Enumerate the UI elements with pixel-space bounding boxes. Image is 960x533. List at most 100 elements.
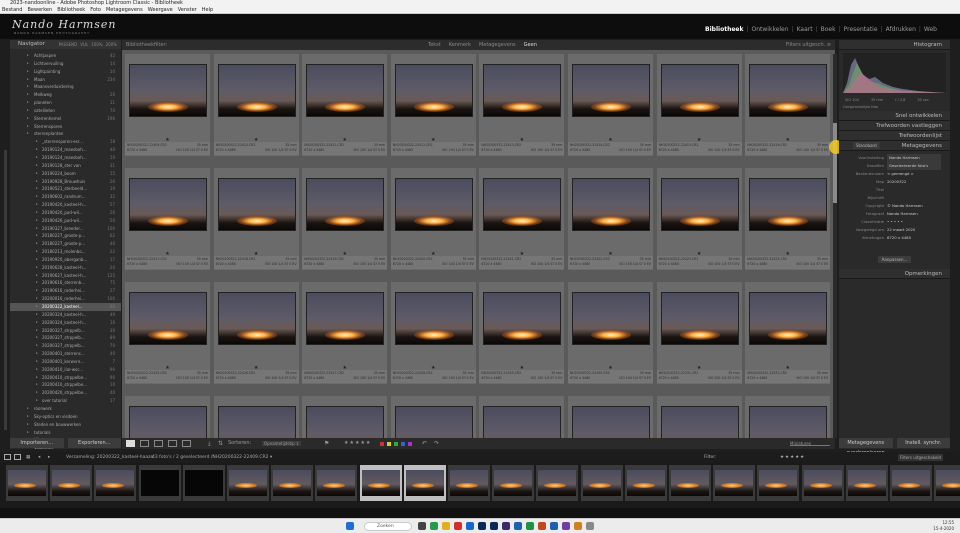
folder-item[interactable]: ▸ 20190128_ster van 31 [10, 162, 121, 170]
folder-item[interactable]: ▸ 20190420_pad-wil... 26 [10, 209, 121, 217]
disclosure-triangle-icon[interactable]: ▸ [36, 162, 38, 170]
thumbnail-cell[interactable]: ★ NH20200322-22418.CR2 35 mm 6720 x 4480 ISO… [213, 168, 299, 270]
app-icon[interactable] [574, 522, 582, 530]
thumbnail-cell[interactable]: ★ NH20200322-22410.CR2 35 mm 6720 x 4480 ISO… [213, 54, 299, 156]
forward-arrow-icon[interactable]: ▸ [48, 452, 50, 463]
thumbnail-size-slider[interactable] [790, 445, 830, 446]
disclosure-triangle-icon[interactable]: ▸ [36, 319, 38, 327]
thumbnail-image[interactable] [129, 64, 207, 117]
label-blue[interactable] [401, 442, 405, 446]
thumbnail-image[interactable] [306, 64, 385, 117]
menu-item-venster[interactable]: Venster [178, 7, 197, 13]
filmstrip-thumb[interactable] [271, 465, 314, 501]
filmstrip-thumb[interactable] [669, 465, 711, 501]
folder-item[interactable]: ▸ 20200327_strppelb... 89 [10, 334, 121, 342]
folder-item[interactable]: ▸ 20190124_maesboh... 10 [10, 154, 121, 162]
whatsapp-icon[interactable] [430, 522, 438, 530]
rotate-left-icon[interactable]: ↶ [422, 438, 427, 449]
disclosure-triangle-icon[interactable]: ▸ [36, 264, 38, 272]
keywording-header[interactable]: Trefwoorden vastleggen [839, 121, 950, 131]
rotate-right-icon[interactable]: ↷ [434, 438, 439, 449]
thumbnail-image[interactable] [660, 406, 739, 438]
disclosure-triangle-icon[interactable]: ▸ [36, 374, 38, 382]
metadata-value[interactable]: Geselecteerde foto's [887, 162, 941, 170]
thumbnail-cell[interactable]: ★NH20200322-22433.CR235 mm6720 x 4480ISO… [125, 396, 210, 438]
disclosure-triangle-icon[interactable]: ▸ [36, 311, 38, 319]
sync-metadata-button[interactable]: Metagegevens synchroniseren [839, 438, 893, 456]
disclosure-triangle-icon[interactable]: ▸ [27, 115, 29, 123]
thumbnail-cell[interactable]: ★ NH20200322-22412.CR2 35 mm 6720 x 4480 ISO… [390, 54, 476, 156]
grid-icon[interactable]: ▦ [26, 452, 30, 463]
metadata-value[interactable]: • • • • • [887, 218, 903, 226]
navigator-zoom-option[interactable]: PASSEND [59, 42, 78, 47]
filmstrip-thumb[interactable] [138, 465, 181, 501]
disclosure-triangle-icon[interactable]: ▸ [27, 413, 29, 421]
disclosure-triangle-icon[interactable]: ▸ [27, 60, 29, 68]
filmstrip-thumb[interactable] [182, 465, 225, 501]
disclosure-triangle-icon[interactable]: ▸ [36, 350, 38, 358]
disclosure-triangle-icon[interactable]: ▸ [36, 342, 38, 350]
disclosure-triangle-icon[interactable]: ▸ [36, 193, 38, 201]
menu-item-help[interactable]: Help [202, 7, 213, 13]
folder-item[interactable]: ▸ Sterrensporen [10, 123, 121, 131]
thumbnail-cell[interactable]: ★ NH20200322-22424.CR2 35 mm 6720 x 4480 ISO… [745, 168, 831, 270]
folder-item[interactable]: ▸ 20190521_sterbeeld... 19 [10, 185, 121, 193]
disclosure-triangle-icon[interactable]: ▸ [36, 170, 38, 178]
thumbnail-image[interactable] [394, 406, 473, 438]
folder-item[interactable]: ▸ Sky-optics en visdoen [10, 413, 121, 421]
metadata-value[interactable]: < gemengd > [887, 170, 914, 178]
flag-icon[interactable]: ⚑ [324, 438, 329, 449]
module-ontwikkelen[interactable]: Ontwikkelen [749, 26, 792, 33]
thumbnail-cell[interactable]: ★ NH20200322-22420.CR2 35 mm 6720 x 4480 ISO… [390, 168, 476, 270]
menu-item-bewerken[interactable]: Bewerken [27, 7, 52, 13]
disclosure-triangle-icon[interactable]: ▸ [36, 185, 38, 193]
menu-item-bestand[interactable]: Bestand [2, 7, 22, 13]
thumbnail-cell[interactable]: ★ NH20200322-22425.CR2 35 mm 6720 x 4480 ISO… [125, 282, 210, 384]
export-button[interactable]: Exporteren... [67, 438, 121, 448]
thumbnail-image[interactable] [217, 292, 296, 345]
disclosure-triangle-icon[interactable]: ▸ [36, 225, 38, 233]
premiere-icon[interactable] [502, 522, 510, 530]
filmstrip-thumb[interactable] [315, 465, 358, 501]
folder-item[interactable]: ▸ 20200016_roderhei... 100 [10, 295, 121, 303]
folder-item[interactable]: ▸ Sterrenhemel 196 [10, 115, 121, 123]
thumbnail-image[interactable] [483, 406, 562, 438]
disclosure-triangle-icon[interactable]: ▸ [27, 405, 29, 413]
powerpoint-icon[interactable] [538, 522, 546, 530]
module-bibliotheek[interactable]: Bibliotheek [702, 26, 746, 33]
filmstrip-thumb[interactable] [580, 465, 623, 501]
thumbnail-image[interactable] [394, 64, 473, 117]
folder-item[interactable]: ▸ 20190327_breeder... 100 [10, 225, 121, 233]
thumbnail-image[interactable] [129, 292, 207, 345]
thumbnail-image[interactable] [306, 406, 385, 438]
folder-item[interactable]: ▸ roorwerk [10, 405, 121, 413]
back-arrow-icon[interactable]: ◂ [38, 452, 40, 463]
menu-item-foto[interactable]: Foto [90, 7, 101, 13]
filmstrip-thumb[interactable] [94, 465, 137, 501]
metadata-value[interactable]: 20200322 [887, 178, 906, 186]
filmstrip-thumb[interactable] [6, 465, 48, 501]
grid-scrollbar[interactable] [833, 54, 837, 438]
folder-item[interactable]: ▸ 20190420_kasteel-h... 57 [10, 201, 121, 209]
disclosure-triangle-icon[interactable]: ▸ [27, 429, 29, 437]
disclosure-triangle-icon[interactable]: ▸ [27, 52, 29, 60]
grid-scrollbar-thumb[interactable] [833, 123, 837, 203]
folder-item[interactable]: ▸ 20200410_strppelbe... 10 [10, 381, 121, 389]
secondary-window-icon[interactable] [14, 454, 21, 460]
folder-item[interactable]: ▸ 20200327_strppelb... 30 [10, 327, 121, 335]
survey-view-icon[interactable] [168, 440, 177, 447]
filmstrip-thumb[interactable] [50, 465, 93, 501]
loupe-view-icon[interactable] [140, 440, 149, 447]
thumbnail-cell[interactable]: ★NH20200322-22434.CR235 mm6720 x 4480ISO… [213, 396, 299, 438]
filmstrip-source[interactable]: Verzameling: 20200322_kasteel-haaze [66, 452, 153, 463]
thumbnail-image[interactable] [129, 406, 207, 438]
disclosure-triangle-icon[interactable]: ▸ [27, 83, 29, 91]
word-icon[interactable] [514, 522, 522, 530]
filmstrip-thumb[interactable] [227, 465, 269, 501]
thumbnail-image[interactable] [394, 178, 473, 231]
lightroom-icon[interactable] [478, 522, 486, 530]
thumbnail-image[interactable] [483, 292, 562, 345]
folder-item[interactable]: ▸ planeten 11 [10, 99, 121, 107]
navigator-zoom-option[interactable]: 200% [106, 42, 117, 47]
keyword-list-header[interactable]: Trefwoordenlijst [839, 131, 950, 141]
